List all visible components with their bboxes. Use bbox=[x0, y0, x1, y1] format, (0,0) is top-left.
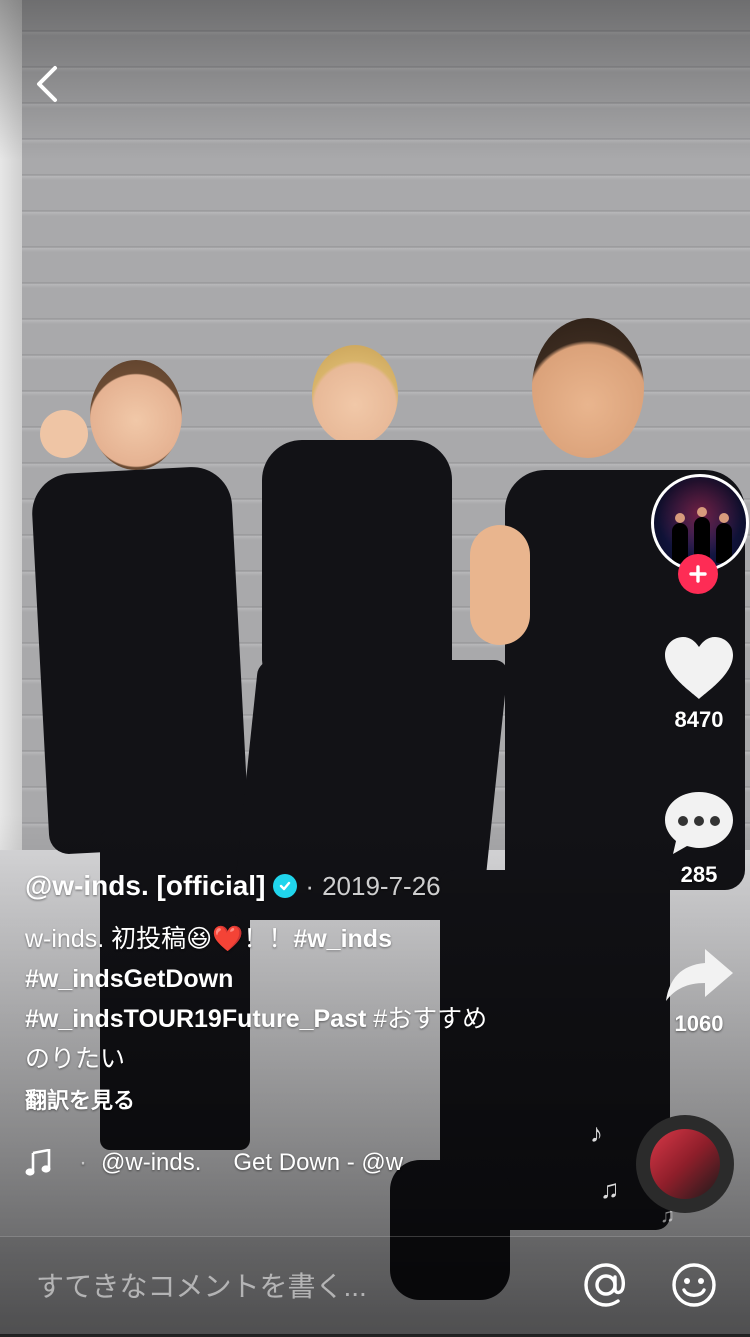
post-date-separator: · bbox=[305, 870, 315, 901]
comment-button[interactable]: 285 bbox=[630, 790, 750, 888]
share-arrow-icon bbox=[666, 949, 733, 1001]
caption-line1: w-inds. 初投稿😆❤️！！ bbox=[25, 925, 294, 953]
heart-icon bbox=[665, 637, 733, 699]
share-button[interactable]: 1060 bbox=[630, 945, 750, 1037]
top-gradient bbox=[0, 0, 750, 160]
verified-badge-icon bbox=[273, 874, 298, 898]
dancer-left-fist bbox=[40, 410, 88, 458]
plus-icon bbox=[689, 565, 707, 583]
music-artist: @w-inds. bbox=[101, 1149, 202, 1176]
creator-row: @w-inds. [official] · 2019-7-26 bbox=[25, 865, 585, 907]
comment-bar bbox=[0, 1236, 750, 1337]
dancer-left-body bbox=[30, 465, 250, 855]
music-title: Get Down - @w bbox=[233, 1149, 404, 1176]
dancer-left-head bbox=[90, 360, 182, 470]
mention-button[interactable] bbox=[582, 1261, 630, 1309]
hashtag-link[interactable]: #w_inds bbox=[293, 925, 392, 953]
like-count: 8470 bbox=[674, 707, 724, 732]
music-note-icon: ♫ bbox=[600, 1174, 620, 1204]
at-icon bbox=[584, 1263, 625, 1307]
music-note-icon bbox=[25, 1149, 51, 1176]
music-note-icon: ♪ bbox=[590, 1118, 603, 1148]
creator-handle[interactable]: @w-inds. [official] bbox=[25, 870, 265, 902]
music-disc-button[interactable] bbox=[636, 1115, 734, 1213]
dancer-middle-head bbox=[312, 345, 398, 445]
caption-line3-text: #おすすめ bbox=[366, 1005, 488, 1033]
comment-count: 285 bbox=[680, 862, 718, 887]
hashtag-link[interactable]: #w_indsTOUR19Future_Past bbox=[25, 1005, 366, 1033]
dancer-right-head bbox=[532, 318, 644, 458]
smiley-icon bbox=[672, 1263, 716, 1307]
like-button[interactable]: 8470 bbox=[630, 635, 750, 733]
caption-line4: のりたい bbox=[25, 1045, 126, 1073]
emoji-button[interactable] bbox=[670, 1261, 718, 1309]
comment-input[interactable] bbox=[34, 1237, 558, 1337]
back-button[interactable] bbox=[26, 60, 70, 108]
hashtag-link[interactable]: #w_indsGetDown bbox=[25, 965, 233, 993]
music-ticker[interactable]: · @w-inds. Get Down - @w bbox=[25, 1143, 415, 1183]
translate-link[interactable]: 翻訳を見る bbox=[25, 1083, 585, 1115]
chevron-left-icon bbox=[37, 66, 57, 102]
follow-button[interactable] bbox=[678, 554, 718, 594]
avatar-figure bbox=[716, 513, 732, 563]
dancer-right-thumb bbox=[470, 525, 530, 645]
caption-text: w-inds. 初投稿😆❤️！！#w_inds #w_indsGetDown #… bbox=[25, 919, 585, 1079]
creator-avatar-button[interactable] bbox=[651, 474, 749, 594]
share-count: 1060 bbox=[674, 1011, 724, 1036]
dancer-middle-body bbox=[262, 440, 452, 680]
music-separator: · bbox=[79, 1149, 87, 1176]
video-caption: @w-inds. [official] · 2019-7-26 w-inds. … bbox=[25, 865, 585, 1183]
music-disc-cover bbox=[650, 1129, 720, 1199]
post-date: 2019-7-26 bbox=[322, 870, 441, 901]
comment-bubble-icon bbox=[665, 792, 733, 854]
